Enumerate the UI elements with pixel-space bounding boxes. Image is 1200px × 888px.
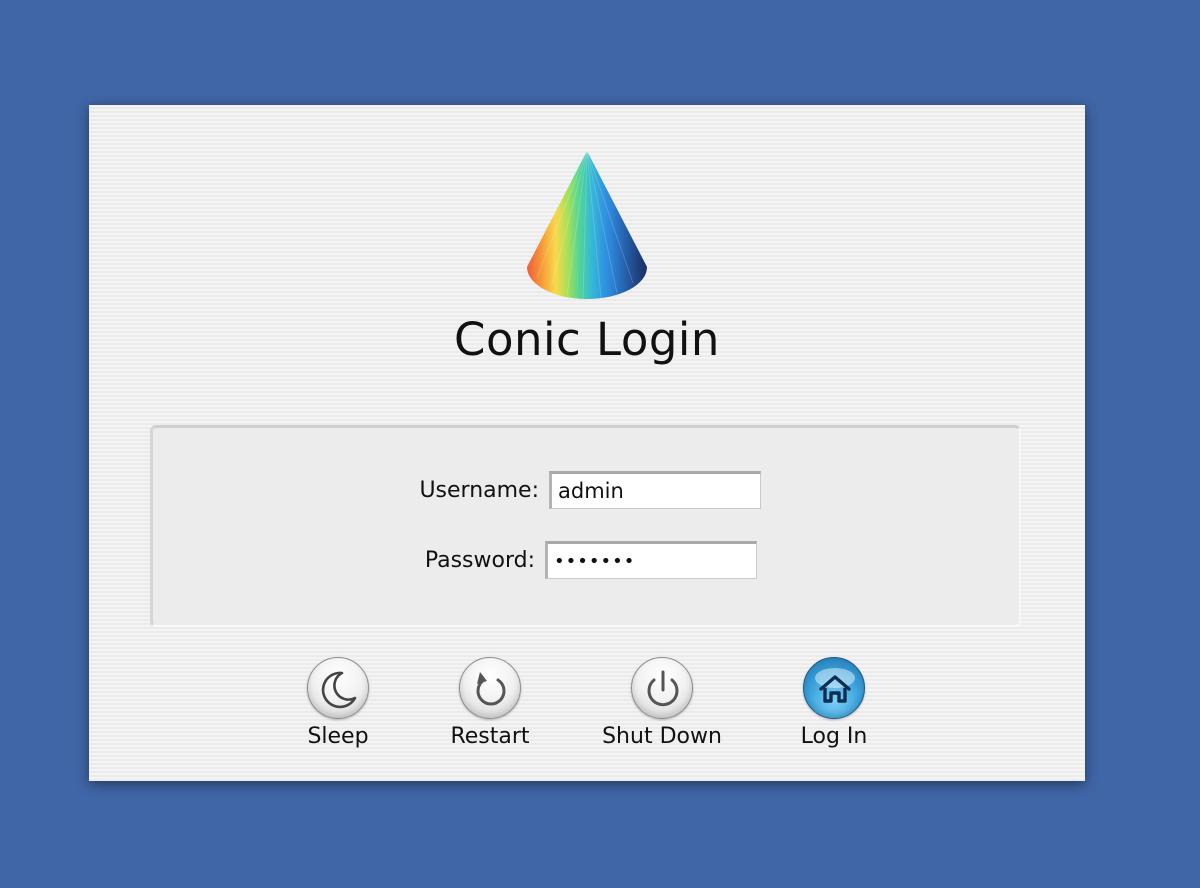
power-actions: Sleep Restart Shut Down Log In	[89, 657, 1085, 767]
home-icon	[815, 668, 855, 703]
log-in-button[interactable]: Log In	[754, 657, 914, 757]
shut-down-label: Shut Down	[602, 724, 722, 749]
log-in-button-circle[interactable]	[803, 657, 865, 719]
password-label: Password:	[424, 548, 535, 573]
login-window: Conic Login Username: Password: Sleep	[89, 105, 1085, 781]
page-title: Conic Login	[454, 313, 720, 366]
username-field[interactable]	[549, 471, 761, 509]
restart-button-circle[interactable]	[459, 657, 521, 719]
password-field[interactable]	[545, 541, 757, 579]
shut-down-button-circle[interactable]	[631, 657, 693, 719]
moon-icon	[321, 671, 357, 709]
power-icon	[647, 670, 679, 707]
shut-down-button[interactable]: Shut Down	[582, 657, 742, 757]
sleep-button-circle[interactable]	[307, 657, 369, 719]
rainbow-cone-logo	[527, 150, 647, 300]
sleep-label: Sleep	[307, 724, 369, 749]
login-form: Username: Password:	[150, 425, 1021, 627]
restart-label: Restart	[450, 724, 530, 749]
username-row: Username:	[153, 471, 1018, 511]
password-row: Password:	[153, 541, 1018, 581]
username-label: Username:	[419, 478, 539, 503]
sleep-button[interactable]: Sleep	[258, 657, 418, 757]
restart-button[interactable]: Restart	[410, 657, 570, 757]
restart-icon	[476, 672, 506, 706]
log-in-label: Log In	[800, 724, 868, 749]
